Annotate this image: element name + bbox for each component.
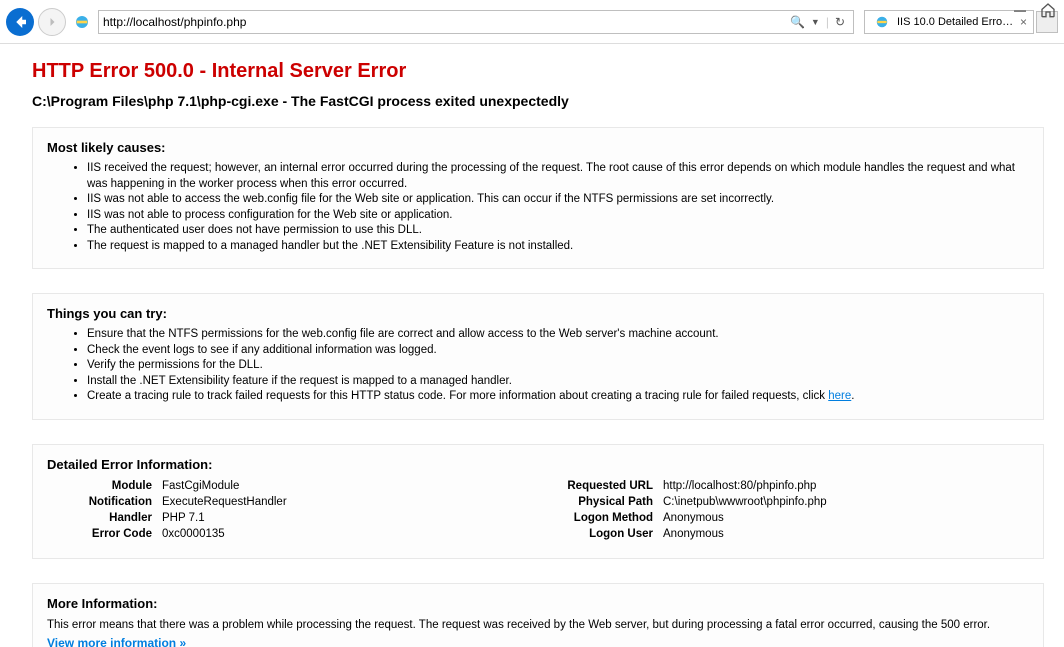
- detail-value: Anonymous: [663, 512, 1029, 524]
- address-bar[interactable]: 🔍 ▼ | ↻: [98, 10, 854, 34]
- browser-toolbar: 🔍 ▼ | ↻ IIS 10.0 Detailed Error - 500...…: [0, 0, 1064, 44]
- detail-row: ModuleFastCgiModule: [47, 480, 528, 492]
- detail-heading: Detailed Error Information:: [47, 457, 1029, 472]
- list-item: The request is mapped to a managed handl…: [87, 239, 1029, 255]
- list-item: IIS received the request; however, an in…: [87, 161, 1029, 192]
- forward-button[interactable]: [38, 8, 66, 36]
- detail-row: Requested URLhttp://localhost:80/phpinfo…: [548, 480, 1029, 492]
- detail-box: Detailed Error Information: ModuleFastCg…: [32, 444, 1044, 559]
- list-item: IIS was not able to process configuratio…: [87, 208, 1029, 224]
- error-subtitle: C:\Program Files\php 7.1\php-cgi.exe - T…: [32, 93, 1044, 109]
- causes-heading: Most likely causes:: [47, 140, 1029, 155]
- detail-label: Notification: [47, 496, 162, 508]
- detail-value: PHP 7.1: [162, 512, 528, 524]
- browser-tab[interactable]: IIS 10.0 Detailed Error - 500.... ×: [864, 10, 1034, 34]
- detail-value: C:\inetpub\wwwroot\phpinfo.php: [663, 496, 1029, 508]
- list-item: The authenticated user does not have per…: [87, 223, 1029, 239]
- detail-label: Physical Path: [548, 496, 663, 508]
- list-item: IIS was not able to access the web.confi…: [87, 192, 1029, 208]
- detail-value: ExecuteRequestHandler: [162, 496, 528, 508]
- detail-label: Requested URL: [548, 480, 663, 492]
- detail-row: Logon MethodAnonymous: [548, 512, 1029, 524]
- list-item: Create a tracing rule to track failed re…: [87, 389, 1029, 405]
- more-box: More Information: This error means that …: [32, 583, 1044, 647]
- more-heading: More Information:: [47, 596, 1029, 611]
- list-item: Verify the permissions for the DLL.: [87, 358, 1029, 374]
- detail-label: Handler: [47, 512, 162, 524]
- detail-value: FastCgiModule: [162, 480, 528, 492]
- minimize-button[interactable]: —: [1014, 3, 1026, 17]
- try-box: Things you can try: Ensure that the NTFS…: [32, 293, 1044, 420]
- detail-col-left: ModuleFastCgiModuleNotificationExecuteRe…: [47, 480, 528, 544]
- detail-value: Anonymous: [663, 528, 1029, 540]
- search-icon[interactable]: 🔍: [790, 15, 805, 29]
- list-item: Install the .NET Extensibility feature i…: [87, 374, 1029, 390]
- try-list: Ensure that the NTFS permissions for the…: [47, 327, 1029, 405]
- causes-box: Most likely causes: IIS received the req…: [32, 127, 1044, 269]
- detail-row: Error Code0xc0000135: [47, 528, 528, 540]
- here-link[interactable]: here: [828, 390, 851, 402]
- detail-row: Logon UserAnonymous: [548, 528, 1029, 540]
- more-text: This error means that there was a proble…: [47, 617, 1029, 633]
- causes-list: IIS received the request; however, an in…: [47, 161, 1029, 254]
- detail-label: Error Code: [47, 528, 162, 540]
- detail-value: http://localhost:80/phpinfo.php: [663, 480, 1029, 492]
- detail-row: Physical PathC:\inetpub\wwwroot\phpinfo.…: [548, 496, 1029, 508]
- error-title: HTTP Error 500.0 - Internal Server Error: [32, 60, 1044, 83]
- try-heading: Things you can try:: [47, 306, 1029, 321]
- address-tools: 🔍 ▼ | ↻: [786, 15, 849, 29]
- home-icon[interactable]: [1040, 2, 1056, 18]
- ie-icon: [74, 14, 90, 30]
- detail-col-right: Requested URLhttp://localhost:80/phpinfo…: [548, 480, 1029, 544]
- page-content: HTTP Error 500.0 - Internal Server Error…: [0, 44, 1064, 647]
- tab-title: IIS 10.0 Detailed Error - 500....: [897, 16, 1016, 28]
- detail-label: Logon Method: [548, 512, 663, 524]
- detail-row: HandlerPHP 7.1: [47, 512, 528, 524]
- refresh-icon[interactable]: ↻: [835, 15, 845, 29]
- back-button[interactable]: [6, 8, 34, 36]
- dropdown-icon[interactable]: ▼: [811, 17, 820, 27]
- window-controls: —: [1014, 2, 1056, 18]
- url-input[interactable]: [103, 15, 786, 29]
- list-item: Check the event logs to see if any addit…: [87, 343, 1029, 359]
- detail-label: Logon User: [548, 528, 663, 540]
- detail-value: 0xc0000135: [162, 528, 528, 540]
- detail-row: NotificationExecuteRequestHandler: [47, 496, 528, 508]
- detail-label: Module: [47, 480, 162, 492]
- view-more-link[interactable]: View more information »: [47, 636, 186, 647]
- ie-icon: [875, 15, 889, 29]
- list-item: Ensure that the NTFS permissions for the…: [87, 327, 1029, 343]
